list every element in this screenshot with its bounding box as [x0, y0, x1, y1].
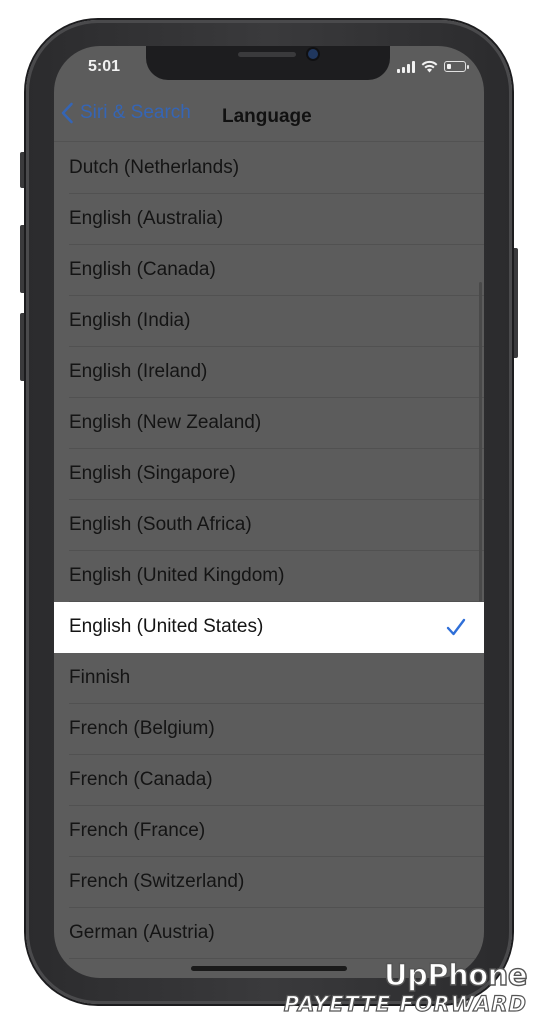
- status-time: 5:01: [88, 58, 121, 75]
- scroll-indicator: [479, 282, 482, 602]
- language-option[interactable]: French (Belgium): [54, 704, 484, 755]
- language-list: Dutch (Netherlands) English (Australia) En…: [54, 143, 484, 959]
- language-option-label: French (Belgium): [69, 718, 215, 739]
- language-option[interactable]: French (France): [54, 806, 484, 857]
- language-option[interactable]: English (Ireland): [54, 347, 484, 398]
- status-icons: [397, 60, 469, 73]
- navigation-bar: Siri & Search Language: [54, 90, 484, 142]
- wifi-icon: [421, 60, 438, 73]
- language-option-label: French (France): [69, 820, 206, 841]
- phone-screen: 5:01 Siri & Search Language Dutch (Nethe…: [54, 46, 484, 978]
- device-mockup: 5:01 Siri & Search Language Dutch (Nethe…: [0, 0, 537, 1024]
- language-option-label: English (United States): [69, 616, 264, 637]
- back-button[interactable]: Siri & Search: [60, 102, 191, 124]
- cellular-signal-icon: [397, 60, 415, 73]
- back-button-label: Siri & Search: [80, 102, 191, 123]
- checkmark-icon: [446, 618, 466, 636]
- language-option[interactable]: Finnish: [54, 653, 484, 704]
- language-option-label: English (United Kingdom): [69, 565, 285, 586]
- language-option-label: English (Canada): [69, 259, 216, 280]
- language-option[interactable]: English (United Kingdom): [54, 551, 484, 602]
- language-option-label: English (India): [69, 310, 191, 331]
- battery-icon: [444, 61, 469, 72]
- earpiece-speaker: [238, 52, 296, 57]
- watermark: UpPhone PAYETTE FORWARD: [283, 957, 528, 1016]
- page-title: Language: [222, 106, 312, 127]
- battery-level: [446, 63, 451, 69]
- power-button: [511, 248, 518, 358]
- language-option-label: English (Australia): [69, 208, 224, 229]
- chevron-left-icon: [61, 102, 73, 124]
- language-option[interactable]: English (India): [54, 296, 484, 347]
- language-option-label: English (New Zealand): [69, 412, 262, 433]
- language-option[interactable]: English (Singapore): [54, 449, 484, 500]
- notch: [146, 46, 390, 80]
- language-option[interactable]: French (Switzerland): [54, 857, 484, 908]
- watermark-payette-forward: PAYETTE FORWARD: [283, 991, 527, 1016]
- front-camera: [308, 49, 318, 59]
- language-option-label: Finnish: [69, 667, 131, 688]
- language-option-label: German (Austria): [69, 922, 215, 943]
- language-option-label: French (Canada): [69, 769, 213, 790]
- language-option[interactable]: French (Canada): [54, 755, 484, 806]
- language-option[interactable]: English (New Zealand): [54, 398, 484, 449]
- language-option[interactable]: Dutch (Netherlands): [54, 143, 484, 194]
- language-option[interactable]: English (South Africa): [54, 500, 484, 551]
- watermark-upphone: UpPhone: [383, 957, 528, 992]
- language-option-label: Dutch (Netherlands): [69, 157, 240, 178]
- language-option-label: English (Ireland): [69, 361, 208, 382]
- language-option-label: English (South Africa): [69, 514, 252, 535]
- language-option[interactable]: German (Austria): [54, 908, 484, 959]
- language-option[interactable]: English (United States): [54, 602, 484, 653]
- language-option-label: French (Switzerland): [69, 871, 245, 892]
- language-option[interactable]: English (Australia): [54, 194, 484, 245]
- language-option-label: English (Singapore): [69, 463, 236, 484]
- language-option[interactable]: English (Canada): [54, 245, 484, 296]
